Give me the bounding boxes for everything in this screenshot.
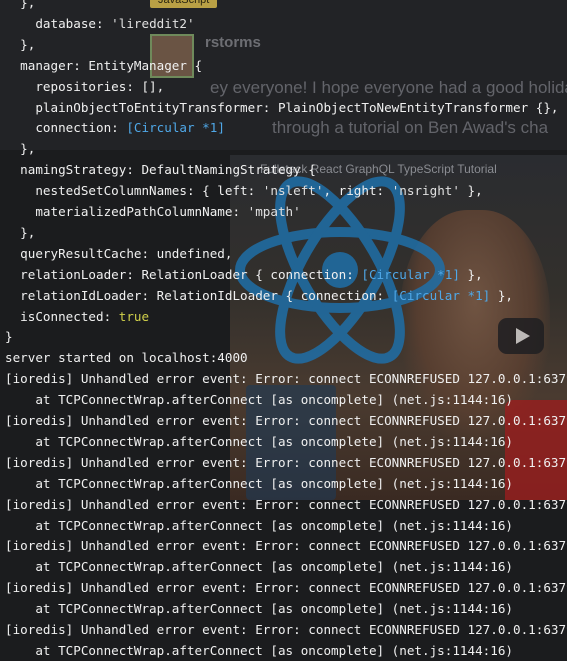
terminal-token: true: [118, 308, 150, 324]
terminal-token: at TCPConnectWrap.afterConnect [as oncom…: [5, 559, 513, 575]
terminal-token: },: [5, 36, 36, 52]
terminal-token: at TCPConnectWrap.afterConnect [as oncom…: [5, 433, 513, 449]
terminal-line: [ioredis] Unhandled error event: Error: …: [5, 411, 567, 431]
terminal-line: at TCPConnectWrap.afterConnect [as oncom…: [5, 599, 513, 619]
terminal-line: server started on localhost:4000: [5, 348, 248, 368]
terminal-token: relationIdLoader: RelationIdLoader { con…: [5, 287, 392, 303]
terminal-line: nestedSetColumnNames: { left: 'nsleft', …: [5, 181, 483, 201]
terminal-line: database: 'lireddit2': [5, 14, 195, 34]
terminal-line: relationLoader: RelationLoader { connect…: [5, 265, 483, 285]
terminal-token: }: [5, 329, 13, 345]
terminal-line: at TCPConnectWrap.afterConnect [as oncom…: [5, 474, 513, 494]
terminal-token: server started on localhost:4000: [5, 350, 248, 366]
terminal-line: materializedPathColumnName: 'mpath': [5, 202, 301, 222]
terminal-line: [ioredis] Unhandled error event: Error: …: [5, 578, 567, 598]
terminal-token: isConnected:: [5, 308, 119, 324]
terminal-line: }: [5, 327, 13, 347]
terminal-token: [ioredis] Unhandled error event: Error: …: [5, 454, 567, 470]
terminal-token: namingStrategy: DefaultNamingStrategy {: [5, 162, 316, 178]
terminal-line: namingStrategy: DefaultNamingStrategy {: [5, 160, 316, 180]
terminal-token: [Circular *1]: [391, 287, 491, 303]
terminal-token: },: [459, 183, 483, 199]
terminal-token: [Circular *1]: [126, 120, 225, 136]
terminal-token: [ioredis] Unhandled error event: Error: …: [5, 538, 567, 554]
terminal-line: queryResultCache: undefined,: [5, 244, 232, 264]
terminal-token: manager: EntityManager {: [5, 57, 203, 73]
terminal-token: materializedPathColumnName:: [5, 204, 248, 219]
terminal-token: [ioredis] Unhandled error event: Error: …: [5, 413, 567, 428]
terminal-token: at TCPConnectWrap.afterConnect [as oncom…: [5, 392, 513, 408]
terminal-line: },: [5, 223, 35, 243]
terminal-token: },: [490, 287, 514, 303]
terminal-line: at TCPConnectWrap.afterConnect [as oncom…: [5, 390, 513, 410]
terminal-token: },: [5, 0, 36, 10]
terminal-token: [ioredis] Unhandled error event: Error: …: [5, 622, 567, 637]
terminal-line: repositories: [],: [5, 77, 164, 97]
terminal-token: database:: [5, 15, 112, 31]
terminal-output: }, database: 'lireddit2' }, manager: Ent…: [0, 0, 567, 658]
terminal-line: plainObjectToEntityTransformer: PlainObj…: [5, 98, 559, 118]
terminal-line: at TCPConnectWrap.afterConnect [as oncom…: [5, 432, 513, 452]
terminal-token: at TCPConnectWrap.afterConnect [as oncom…: [5, 475, 513, 491]
terminal-token: [Circular *1]: [361, 266, 460, 282]
terminal-token: repositories: [],: [5, 78, 165, 94]
terminal-token: },: [5, 224, 36, 240]
terminal-line: at TCPConnectWrap.afterConnect [as oncom…: [5, 641, 513, 661]
terminal-line: },: [5, 139, 35, 159]
terminal-token: , right:: [323, 183, 392, 199]
terminal-token: },: [459, 266, 483, 282]
terminal-line: [ioredis] Unhandled error event: Error: …: [5, 620, 567, 640]
terminal-token: at TCPConnectWrap.afterConnect [as oncom…: [5, 642, 513, 658]
terminal-line: at TCPConnectWrap.afterConnect [as oncom…: [5, 557, 513, 577]
terminal-token: nestedSetColumnNames: { left:: [5, 183, 263, 199]
terminal-token: 'nsleft': [262, 183, 324, 199]
terminal-line: isConnected: true: [5, 307, 149, 327]
terminal-token: plainObjectToEntityTransformer: PlainObj…: [5, 99, 559, 115]
terminal-line: [ioredis] Unhandled error event: Error: …: [5, 495, 567, 515]
terminal-line: at TCPConnectWrap.afterConnect [as oncom…: [5, 516, 513, 536]
terminal-line: connection: [Circular *1]: [5, 118, 225, 138]
terminal-token: 'lireddit2': [111, 15, 195, 31]
terminal-token: },: [5, 141, 36, 157]
terminal-token: at TCPConnectWrap.afterConnect [as oncom…: [5, 517, 513, 533]
terminal-token: [ioredis] Unhandled error event: Error: …: [5, 580, 567, 596]
terminal-token: connection:: [5, 120, 127, 136]
terminal-token: queryResultCache: undefined,: [5, 245, 233, 261]
terminal-token: [ioredis] Unhandled error event: Error: …: [5, 496, 567, 512]
terminal-line: },: [5, 0, 35, 13]
terminal-line: [ioredis] Unhandled error event: Error: …: [5, 369, 567, 389]
terminal-token: relationLoader: RelationLoader { connect…: [5, 266, 362, 282]
terminal-line: [ioredis] Unhandled error event: Error: …: [5, 536, 567, 556]
terminal-line: relationIdLoader: RelationIdLoader { con…: [5, 286, 513, 306]
terminal-token: at TCPConnectWrap.afterConnect [as oncom…: [5, 601, 513, 617]
terminal-line: },: [5, 35, 35, 55]
terminal-line: [ioredis] Unhandled error event: Error: …: [5, 453, 567, 473]
terminal-token: 'nsright': [391, 183, 460, 199]
terminal-token: [ioredis] Unhandled error event: Error: …: [5, 371, 567, 387]
terminal-token: 'mpath': [247, 204, 301, 219]
terminal-line: manager: EntityManager {: [5, 56, 202, 76]
